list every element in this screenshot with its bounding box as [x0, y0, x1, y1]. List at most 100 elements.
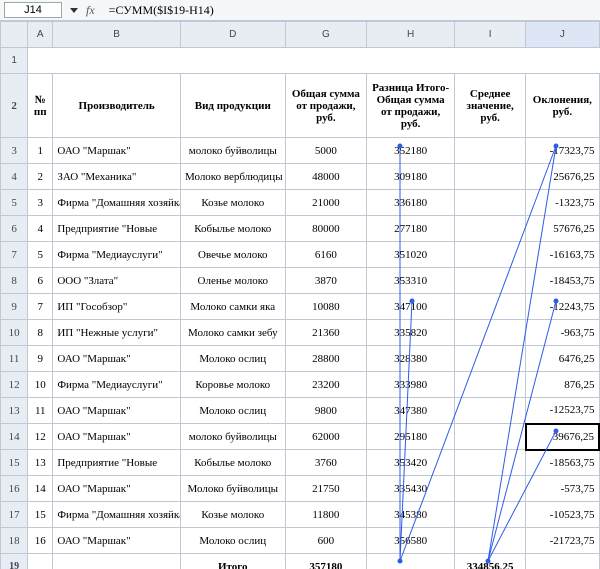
cell-prod: ОАО "Маршак"	[53, 424, 181, 450]
colhead-g[interactable]: G	[285, 22, 367, 48]
cell-prod: ОАО "Маршак"	[53, 398, 181, 424]
rowhead-14[interactable]: 14	[1, 424, 28, 450]
col-headers: A B D G H I J	[1, 22, 600, 48]
cell-prod: Предприятие "Новые	[53, 450, 181, 476]
rowhead-12[interactable]: 12	[1, 372, 28, 398]
table-row[interactable]: 1412ОАО "Маршак"молоко буйволицы62000295…	[1, 424, 600, 450]
table-row[interactable]: 42ЗАО "Механика"Молоко верблюдицы4800030…	[1, 164, 600, 190]
cell-avg	[455, 138, 526, 164]
spreadsheet[interactable]: A B D G H I J 12№ ппПроизводительВид про…	[0, 21, 600, 569]
rowhead-8[interactable]: 8	[1, 268, 28, 294]
rowhead-1[interactable]: 1	[1, 48, 28, 74]
rowhead-4[interactable]: 4	[1, 164, 28, 190]
rowhead-2[interactable]: 2	[1, 74, 28, 138]
rowhead-5[interactable]: 5	[1, 190, 28, 216]
rowhead-11[interactable]: 11	[1, 346, 28, 372]
table-row[interactable]: 1513Предприятие "НовыеКобылье молоко3760…	[1, 450, 600, 476]
cell-n: 16	[28, 528, 53, 554]
cell-sum: 9800	[285, 398, 367, 424]
cell-dev: -17323,75	[526, 138, 599, 164]
cell-prod: ОАО "Маршак"	[53, 346, 181, 372]
table-row[interactable]: 119ОАО "Маршак"Молоко ослиц2880032838064…	[1, 346, 600, 372]
table-row[interactable]: 31ОАО "Маршак"молоко буйволицы5000352180…	[1, 138, 600, 164]
cell-kind: молоко буйволицы	[180, 424, 285, 450]
cell-n: 12	[28, 424, 53, 450]
rowhead-6[interactable]: 6	[1, 216, 28, 242]
grid-area: A B D G H I J 12№ ппПроизводительВид про…	[0, 21, 600, 569]
colhead-i[interactable]: I	[455, 22, 526, 48]
cell-dev: -12243,75	[526, 294, 599, 320]
cell-diff: 335430	[367, 476, 455, 502]
rowhead-15[interactable]: 15	[1, 450, 28, 476]
formula-bar: J14 fx =СУММ($I$19-H14)	[0, 0, 600, 21]
table-row[interactable]: 108ИП "Нежные услуги"Молоко самки зебу21…	[1, 320, 600, 346]
cell-n: 9	[28, 346, 53, 372]
rowhead-18[interactable]: 18	[1, 528, 28, 554]
colhead-a[interactable]: A	[28, 22, 53, 48]
cell-kind: Молоко самки яка	[180, 294, 285, 320]
table-row[interactable]: 75Фирма "Медиауслуги"Овечье молоко616035…	[1, 242, 600, 268]
colhead-j[interactable]: J	[526, 22, 599, 48]
cell-avg	[455, 502, 526, 528]
cell-sum: 48000	[285, 164, 367, 190]
cell-diff: 333980	[367, 372, 455, 398]
cell-dev: -963,75	[526, 320, 599, 346]
rowhead-9[interactable]: 9	[1, 294, 28, 320]
cell-avg	[455, 450, 526, 476]
cell-prod: Фирма "Медиауслуги"	[53, 372, 181, 398]
table-row[interactable]: 1715Фирма "Домашняя хозяйка"Козье молоко…	[1, 502, 600, 528]
cell-diff: 356580	[367, 528, 455, 554]
cell-prod: ОАО "Маршак"	[53, 528, 181, 554]
name-box[interactable]: J14	[4, 2, 62, 18]
cell-n: 3	[28, 190, 53, 216]
cell-dev: -1323,75	[526, 190, 599, 216]
hdr-n: № пп	[28, 74, 53, 138]
corner[interactable]	[1, 22, 28, 48]
cell-prod: Фирма "Домашняя хозяйка"	[53, 190, 181, 216]
cell-diff: 277180	[367, 216, 455, 242]
table-row[interactable]: 1311ОАО "Маршак"Молоко ослиц9800347380-1…	[1, 398, 600, 424]
cell-sum: 600	[285, 528, 367, 554]
rowhead-13[interactable]: 13	[1, 398, 28, 424]
formula-input[interactable]: =СУММ($I$19-H14)	[103, 3, 596, 18]
cell-sum: 80000	[285, 216, 367, 242]
rowhead-17[interactable]: 17	[1, 502, 28, 528]
colhead-h[interactable]: H	[367, 22, 455, 48]
name-dropdown-icon[interactable]	[70, 8, 78, 13]
cell-n: 11	[28, 398, 53, 424]
cell-n: 2	[28, 164, 53, 190]
cell-dev: -16163,75	[526, 242, 599, 268]
table-row[interactable]: 53Фирма "Домашняя хозяйка"Козье молоко21…	[1, 190, 600, 216]
cell-diff: 345380	[367, 502, 455, 528]
cell-prod: ЗАО "Механика"	[53, 164, 181, 190]
cell-diff: 347380	[367, 398, 455, 424]
cell-avg	[455, 216, 526, 242]
cell-kind: Кобылье молоко	[180, 216, 285, 242]
table-row[interactable]: 86ООО "Злата"Оленье молоко3870353310-184…	[1, 268, 600, 294]
fx-icon[interactable]: fx	[86, 3, 95, 18]
cell-kind: Козье молоко	[180, 190, 285, 216]
cell-sum: 11800	[285, 502, 367, 528]
rowhead-3[interactable]: 3	[1, 138, 28, 164]
rowhead-16[interactable]: 16	[1, 476, 28, 502]
table-header: 2№ ппПроизводительВид продукцииОбщая сум…	[1, 74, 600, 138]
cell-dev: -573,75	[526, 476, 599, 502]
cell-kind: Овечье молоко	[180, 242, 285, 268]
rowhead-10[interactable]: 10	[1, 320, 28, 346]
table-row[interactable]: 97ИП "Гособзор"Молоко самки яка100803471…	[1, 294, 600, 320]
cell-avg	[455, 346, 526, 372]
cell-avg	[455, 320, 526, 346]
colhead-d[interactable]: D	[180, 22, 285, 48]
cell-avg	[455, 398, 526, 424]
table-row[interactable]: 1614ОАО "Маршак"Молоко буйволицы21750335…	[1, 476, 600, 502]
hdr-sum: Общая сумма от продажи, руб.	[285, 74, 367, 138]
table-row[interactable]: 1210Фирма "Медиауслуги"Коровье молоко232…	[1, 372, 600, 398]
colhead-b[interactable]: B	[53, 22, 181, 48]
cell-prod: Фирма "Медиауслуги"	[53, 242, 181, 268]
table-row[interactable]: 64Предприятие "НовыеКобылье молоко800002…	[1, 216, 600, 242]
rowhead-7[interactable]: 7	[1, 242, 28, 268]
table-row[interactable]: 1816ОАО "Маршак"Молоко ослиц600356580-21…	[1, 528, 600, 554]
cell-sum: 3760	[285, 450, 367, 476]
cell-n: 7	[28, 294, 53, 320]
cell-n: 8	[28, 320, 53, 346]
